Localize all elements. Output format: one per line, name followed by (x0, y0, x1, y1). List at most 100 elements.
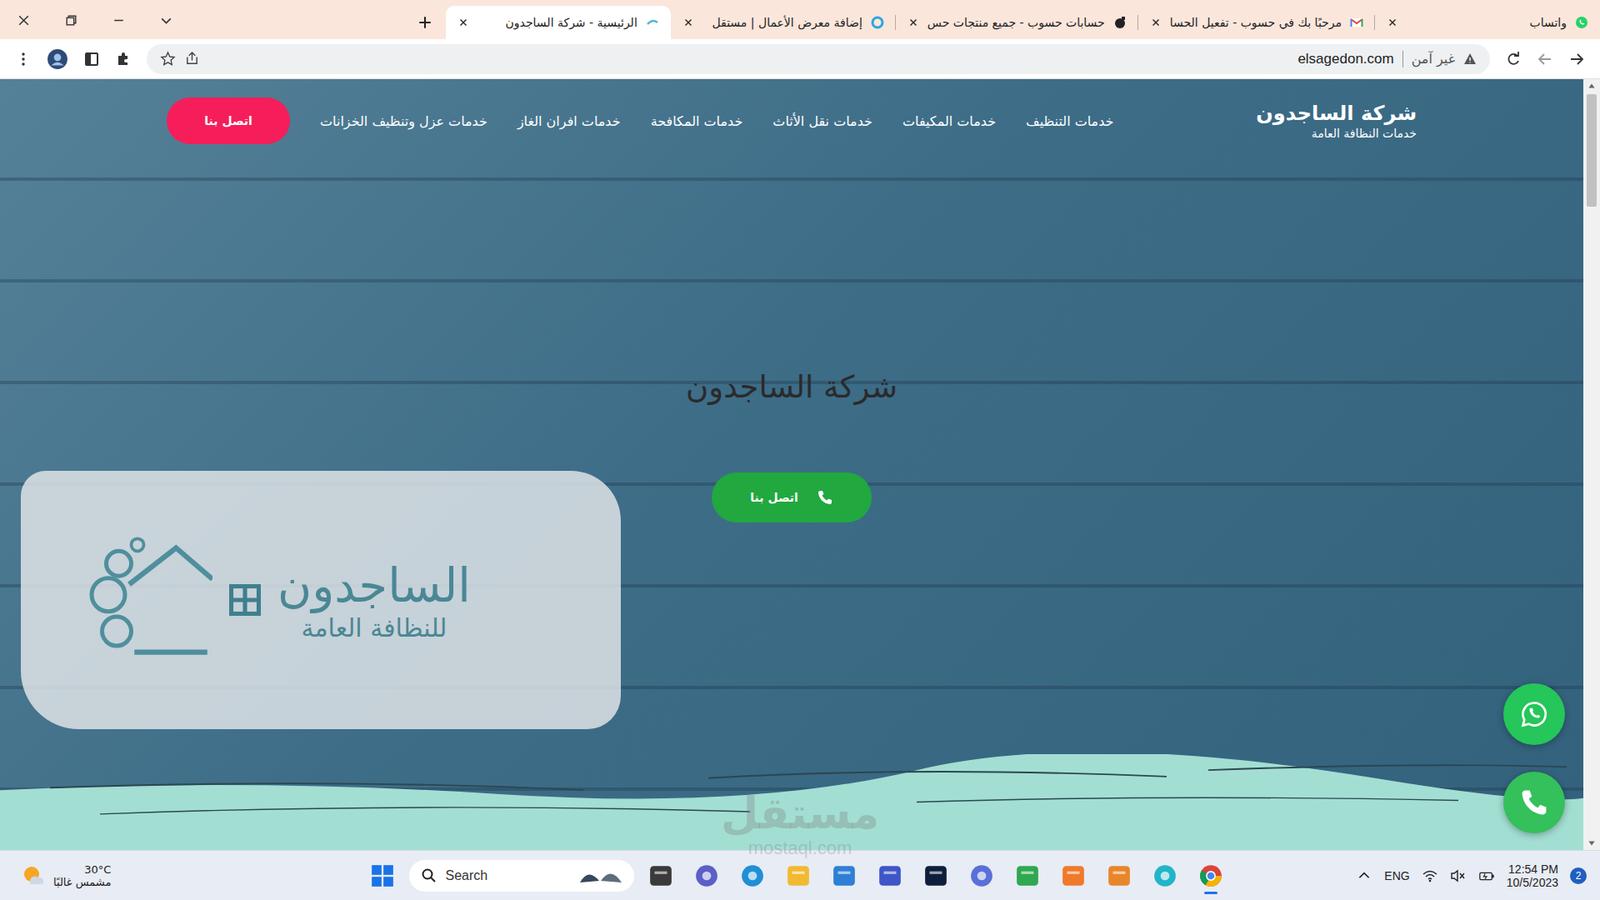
house-bubbles-icon (87, 529, 213, 671)
battery-icon[interactable] (1478, 868, 1495, 884)
close-tab-icon[interactable] (1386, 16, 1399, 29)
clock[interactable]: 12:54 PM 10/5/2023 (1506, 862, 1559, 890)
taskbar-app[interactable] (825, 855, 864, 897)
phone-icon (1519, 787, 1550, 818)
close-tab-icon[interactable] (682, 16, 695, 29)
forward-arrow-icon[interactable] (1536, 50, 1554, 68)
taskbar-app[interactable] (688, 855, 726, 897)
brand-name: شركة الساجدون (1255, 101, 1417, 125)
sublime-app-icon (1106, 863, 1132, 889)
logo-text: الساجدون للنظافة العامة (277, 557, 471, 643)
profile-avatar-icon[interactable] (46, 48, 69, 70)
close-tab-icon[interactable] (457, 16, 470, 29)
site-icon (645, 15, 660, 30)
taskbar-app[interactable] (917, 855, 955, 897)
input-language[interactable]: ENG (1384, 869, 1410, 883)
windows-start-icon[interactable] (370, 864, 395, 888)
taskbar-app[interactable] (1192, 855, 1230, 897)
taskbar-app[interactable] (1055, 855, 1093, 897)
call-float-button[interactable] (1503, 771, 1565, 834)
weather-widget[interactable]: 30°C مشمس غالبًا (0, 862, 371, 890)
tab-search-chevron-icon[interactable] (159, 13, 174, 28)
taskbar-app[interactable] (963, 855, 1001, 897)
browser-toolbar: غير آمن elsagedon.com (0, 39, 1600, 80)
site-navbar: شركة الساجدون خدمات النظافة العامة خدمات… (0, 79, 1584, 145)
nav-link[interactable]: خدمات التنظيف (1025, 113, 1114, 130)
screen: واتساب مرحبًا بك في حسوب - تفعيل الحسا ح… (0, 0, 1600, 900)
restore-window-icon[interactable] (64, 13, 79, 28)
security-label: غير آمن (1411, 50, 1455, 67)
nav-link[interactable]: خدمات المكافحة (650, 113, 744, 130)
sun-cloud-icon (20, 862, 47, 890)
explorer-app-icon (785, 863, 811, 889)
chrome-app-icon (1198, 863, 1224, 889)
watermark-text: مستقل (720, 790, 880, 838)
whatsapp-icon (1575, 15, 1589, 30)
show-hidden-icons-icon[interactable] (1355, 868, 1373, 884)
watermark: مستقل mostaql.com (0, 790, 1600, 860)
hero-contact-button[interactable]: اتصل بنا (711, 472, 872, 523)
close-tab-icon[interactable] (1150, 16, 1162, 29)
taskbar-search[interactable]: Search (409, 860, 635, 892)
back-arrow-icon[interactable] (1568, 50, 1585, 68)
browser-tab[interactable]: واتساب (1375, 5, 1600, 40)
browser-tab[interactable]: مرحبًا بك في حسوب - تفعيل الحسا (1138, 5, 1375, 40)
contact-button[interactable]: اتصل بنا (166, 97, 290, 145)
reload-icon[interactable] (1505, 50, 1522, 68)
camtasia-app-icon (1015, 863, 1040, 889)
notification-badge[interactable]: 2 (1570, 867, 1587, 885)
menu-dots-icon[interactable] (15, 50, 32, 68)
close-tab-icon[interactable] (907, 16, 920, 29)
taskbar-app[interactable] (1100, 855, 1139, 897)
bookmark-star-icon[interactable] (160, 50, 176, 67)
weather-condition: مشمس غالبًا (53, 875, 111, 889)
wave-divider (0, 754, 1584, 850)
files-app-icon (648, 863, 674, 889)
wifi-icon[interactable] (1421, 868, 1439, 884)
mockup-app-icon (877, 863, 903, 889)
new-tab-icon[interactable] (417, 15, 433, 30)
nav-link[interactable]: خدمات المكيفات (902, 113, 996, 130)
hsoub-icon (1113, 15, 1127, 30)
muted-volume-icon[interactable] (1450, 868, 1467, 884)
taskbar-app[interactable] (871, 855, 910, 897)
taskbar-app[interactable] (1009, 855, 1047, 897)
scroll-thumb[interactable] (1586, 94, 1597, 207)
xampp-app-icon (1060, 863, 1086, 889)
scrollbar[interactable] (1583, 79, 1600, 850)
address-bar[interactable]: غير آمن elsagedon.com (146, 44, 1490, 75)
nav-menu: خدمات التنظيف خدمات المكيفات خدمات نقل الأ… (166, 97, 1114, 145)
active-indicator (1204, 891, 1218, 895)
time: 12:54 PM (1508, 862, 1559, 876)
taskbar-app[interactable] (780, 855, 818, 897)
warning-icon (1463, 52, 1477, 66)
canva-app-icon (1152, 863, 1178, 889)
taskbar-app[interactable] (734, 855, 772, 897)
system-tray: ENG 12:54 PM 10/5/2023 2 (1230, 862, 1600, 890)
share-icon[interactable] (184, 50, 200, 67)
tab-label: واتساب (1406, 15, 1567, 30)
hero-background-photo (0, 79, 1584, 850)
browser-tab[interactable]: الرئيسية - شركة الساجدون (445, 5, 671, 40)
hero-title: شركة الساجدون (685, 367, 898, 408)
hero-content: شركة الساجدون اتصل بنا (0, 367, 1584, 523)
browser-tab[interactable]: إضافة معرض الأعمال | مستقل (670, 5, 896, 40)
nav-link[interactable]: خدمات نقل الأثاث (772, 113, 873, 130)
whatsapp-float-button[interactable] (1503, 683, 1565, 745)
company-logo: الساجدون للنظافة العامة (20, 470, 621, 730)
phone-icon (816, 489, 834, 506)
scroll-up-icon[interactable] (1586, 79, 1597, 93)
browser-tab[interactable]: حسابات حسوب - جميع منتجات حس (895, 5, 1139, 40)
chat-app-icon (694, 863, 720, 889)
close-window-icon[interactable] (16, 13, 31, 28)
scroll-down-icon[interactable] (1586, 836, 1597, 850)
nav-link[interactable]: خدمات افران الغاز (517, 113, 621, 130)
minimize-window-icon[interactable] (111, 13, 126, 28)
taskbar-app[interactable] (642, 855, 680, 897)
site-brand[interactable]: شركة الساجدون خدمات النظافة العامة (1255, 101, 1417, 140)
side-panel-icon[interactable] (83, 50, 100, 68)
taskbar-app[interactable] (1146, 855, 1185, 897)
extensions-icon[interactable] (115, 50, 132, 68)
nav-link[interactable]: خدمات عزل وتنظيف الخزانات (320, 113, 488, 130)
tab-strip: واتساب مرحبًا بك في حسوب - تفعيل الحسا ح… (0, 0, 1600, 40)
